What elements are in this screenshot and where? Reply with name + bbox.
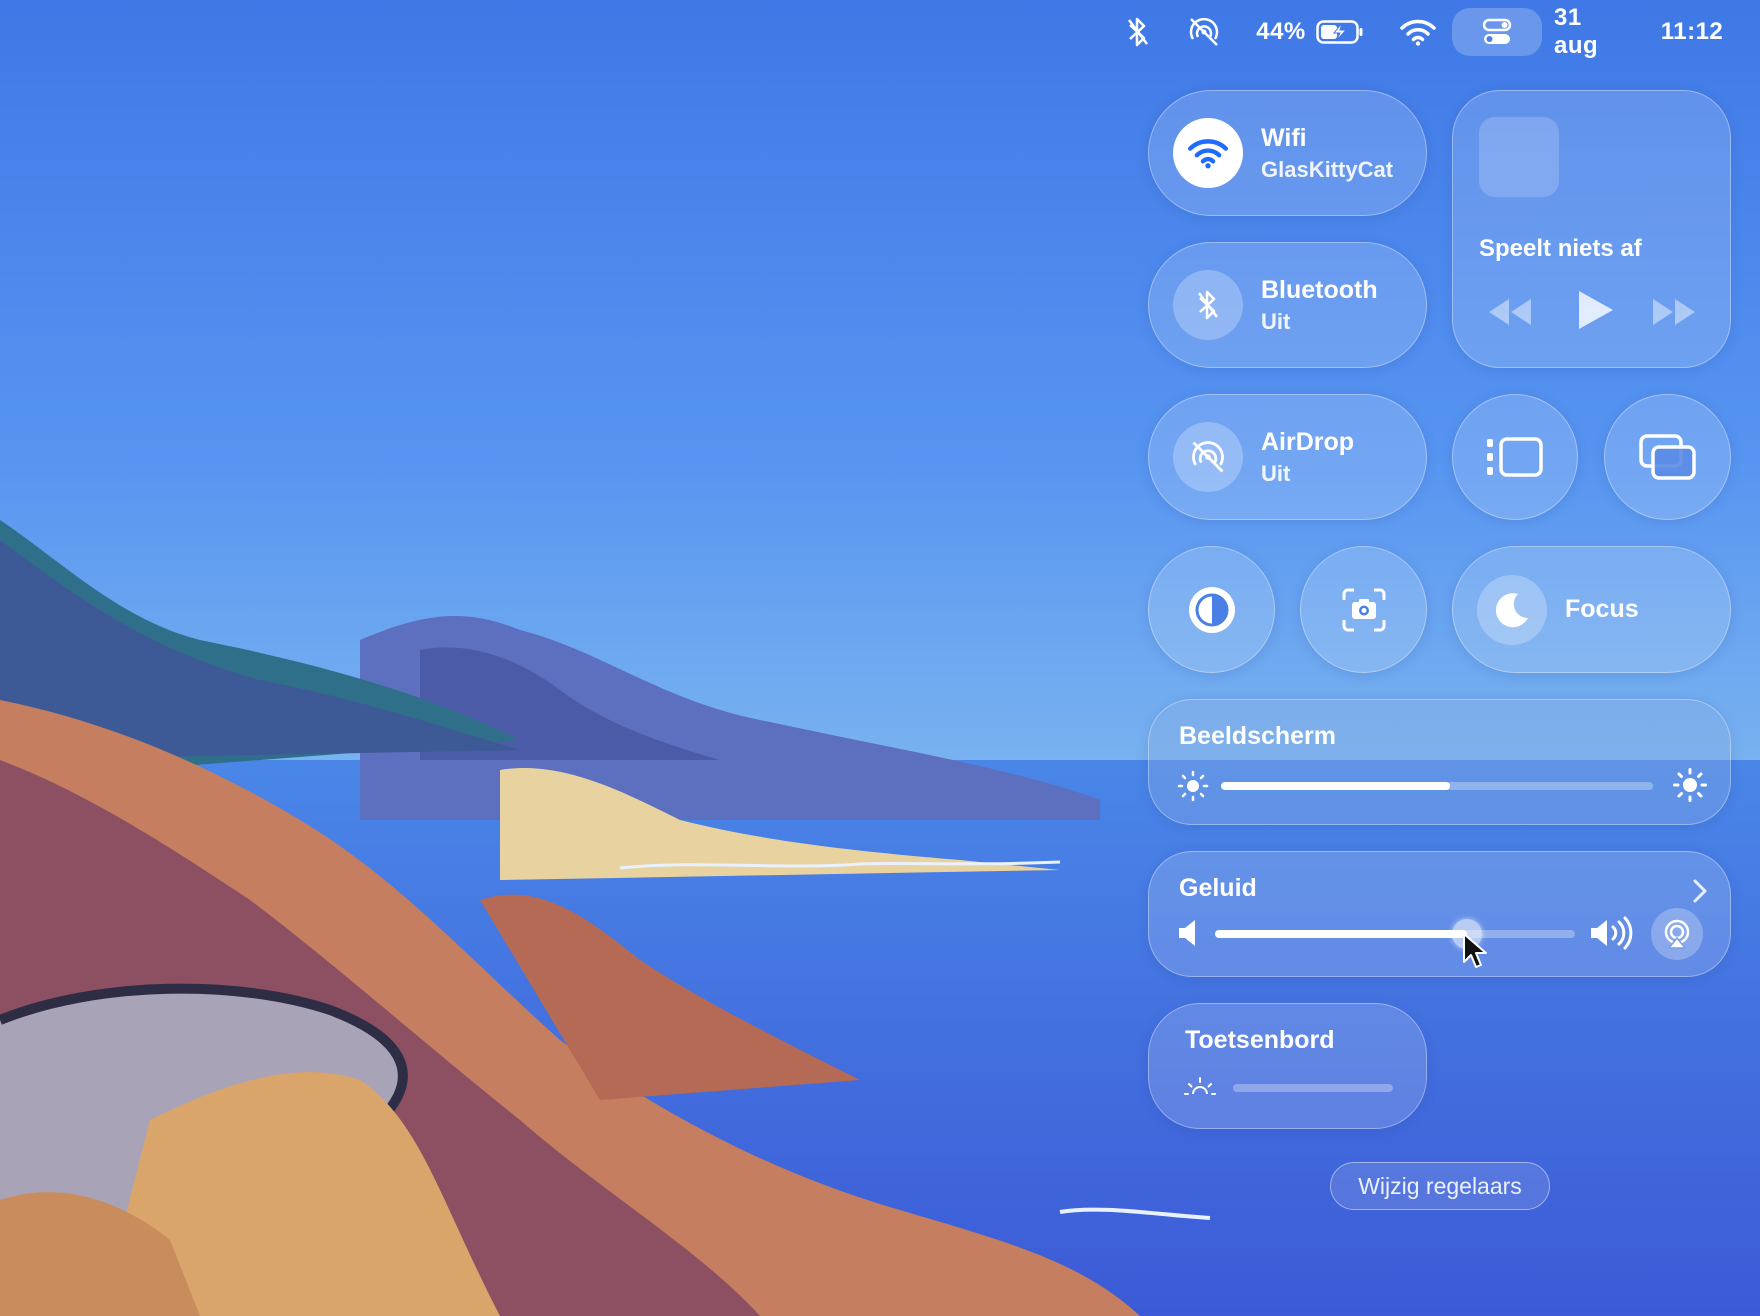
- wifi-network-name: GlasKittyCat: [1261, 157, 1394, 182]
- brightness-slider[interactable]: [1221, 782, 1653, 790]
- now-playing-tile[interactable]: Speelt niets af: [1452, 90, 1731, 368]
- bluetooth-toggle-icon[interactable]: [1173, 270, 1243, 340]
- screen-mirroring-button[interactable]: [1604, 394, 1731, 520]
- stage-manager-button[interactable]: [1452, 394, 1578, 520]
- wifi-toggle-icon[interactable]: [1173, 118, 1243, 188]
- dark-mode-button[interactable]: [1148, 546, 1275, 673]
- moon-icon: [1477, 575, 1547, 645]
- sound-tile: Geluid: [1148, 851, 1731, 977]
- keyboard-brightness-slider[interactable]: [1233, 1084, 1393, 1092]
- airdrop-status: Uit: [1261, 461, 1291, 486]
- play-icon[interactable]: [1573, 287, 1617, 333]
- keyboard-brightness-icon: [1183, 1074, 1217, 1098]
- rewind-icon[interactable]: [1485, 295, 1535, 329]
- airdrop-toggle-icon[interactable]: [1173, 422, 1243, 492]
- screen-mirroring-icon: [1638, 434, 1696, 480]
- menubar-time[interactable]: 11:12: [1652, 0, 1732, 64]
- screenshot-icon: [1342, 588, 1385, 631]
- bluetooth-off-icon[interactable]: [1120, 0, 1156, 64]
- keyboard-tile: Toetsenbord: [1148, 1003, 1427, 1129]
- bluetooth-tile[interactable]: Bluetooth Uit: [1148, 242, 1427, 368]
- fast-forward-icon[interactable]: [1649, 295, 1699, 329]
- airdrop-off-icon[interactable]: [1184, 0, 1224, 64]
- brightness-low-icon: [1177, 770, 1209, 802]
- album-art-placeholder: [1479, 117, 1559, 197]
- keyboard-title: Toetsenbord: [1185, 1026, 1335, 1054]
- control-center-icon[interactable]: [1452, 8, 1542, 56]
- brightness-slider-fill: [1221, 782, 1450, 790]
- focus-label: Focus: [1565, 595, 1639, 623]
- sound-title: Geluid: [1179, 874, 1257, 902]
- now-playing-label: Speelt niets af: [1479, 235, 1642, 262]
- battery-charging-icon[interactable]: [1314, 0, 1366, 64]
- volume-slider-fill: [1215, 930, 1467, 938]
- airdrop-tile[interactable]: AirDrop Uit: [1148, 394, 1427, 520]
- bluetooth-title: Bluetooth: [1261, 276, 1378, 304]
- airdrop-title: AirDrop: [1261, 428, 1355, 456]
- display-title: Beeldscherm: [1179, 722, 1337, 750]
- screenshot-button[interactable]: [1300, 546, 1427, 673]
- wifi-title: Wifi: [1261, 124, 1307, 152]
- volume-high-icon: [1589, 916, 1635, 950]
- airplay-audio-icon[interactable]: [1651, 908, 1703, 960]
- volume-low-icon: [1177, 918, 1203, 948]
- volume-slider[interactable]: [1215, 919, 1575, 949]
- edit-controls-button[interactable]: Wijzig regelaars: [1330, 1162, 1550, 1210]
- menubar-date[interactable]: 31 aug: [1554, 0, 1630, 64]
- wifi-tile[interactable]: Wifi GlasKittyCat: [1148, 90, 1427, 216]
- bluetooth-status: Uit: [1261, 309, 1291, 334]
- stage-manager-icon: [1487, 437, 1543, 477]
- wifi-icon[interactable]: [1396, 0, 1440, 64]
- mouse-cursor-icon: [1463, 933, 1487, 968]
- menu-bar: 44% 31 aug 11:12: [0, 0, 1760, 64]
- dark-mode-icon: [1188, 586, 1235, 633]
- brightness-high-icon: [1673, 768, 1707, 802]
- battery-percent: 44%: [1256, 18, 1306, 45]
- focus-tile[interactable]: Focus: [1452, 546, 1731, 673]
- chevron-right-icon[interactable]: [1689, 878, 1711, 904]
- display-tile: Beeldscherm: [1148, 699, 1731, 825]
